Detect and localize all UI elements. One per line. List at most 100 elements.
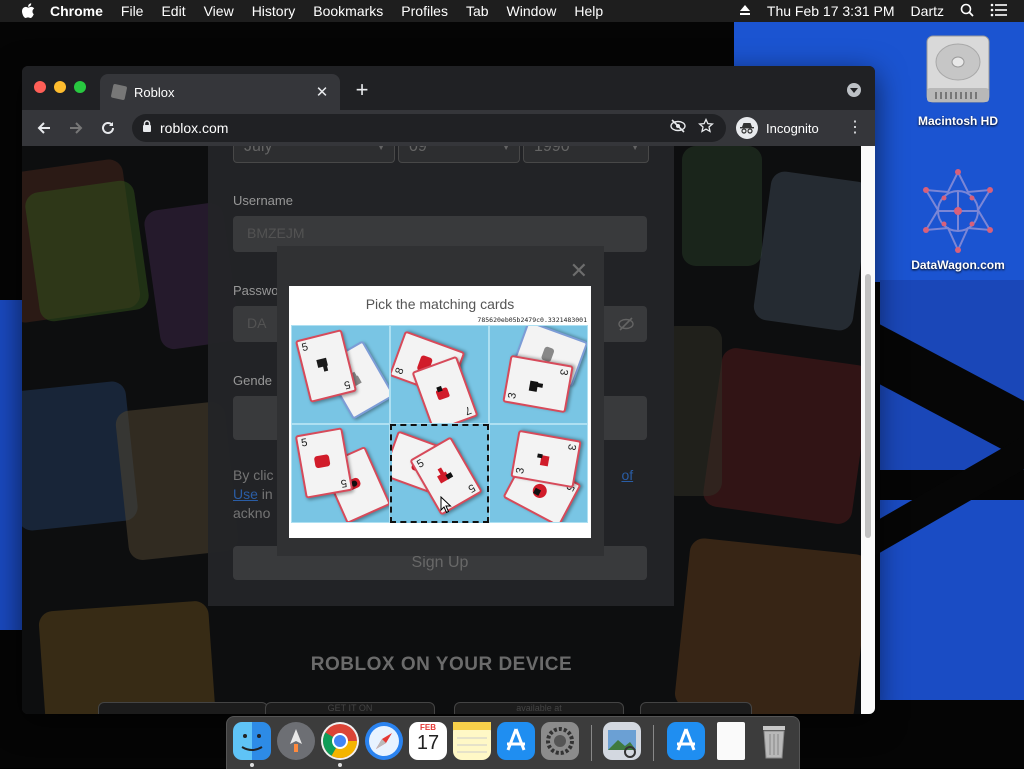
calendar-icon[interactable]: FEB 17 [409, 722, 447, 760]
close-tab-icon[interactable]: ✕ [310, 83, 334, 101]
dock: FEB 17 [226, 716, 800, 769]
card-number: 5 [342, 377, 352, 392]
menu-tab[interactable]: Tab [466, 3, 489, 19]
finder-icon[interactable] [233, 722, 271, 760]
card: 3 3 [502, 354, 574, 414]
fist-icon [312, 452, 333, 471]
captcha-cell-4[interactable]: 6 5 5 [291, 424, 390, 523]
xbox-badge[interactable] [640, 702, 752, 714]
google-play-badge-text: GET IT ON [327, 703, 373, 713]
card-number: 3 [514, 466, 528, 475]
system-preferences-icon[interactable] [541, 722, 579, 760]
close-icon[interactable]: ✕ [570, 258, 588, 284]
chevron-down-icon: ▼ [376, 146, 386, 153]
menu-window[interactable]: Window [507, 3, 557, 19]
captcha-challenge-id: 785620eb05b2479c0.3321483001 [477, 316, 587, 324]
birthday-day-select[interactable]: 09 ▼ [398, 146, 520, 163]
chrome-icon[interactable] [321, 722, 359, 760]
menu-edit[interactable]: Edit [161, 3, 185, 19]
card-number: 7 [462, 403, 473, 417]
page-scrollbar[interactable] [861, 146, 875, 714]
menu-history[interactable]: History [252, 3, 296, 19]
captcha-prompt: Pick the matching cards [365, 296, 515, 312]
card-number: 3 [506, 391, 520, 400]
gender-label: Gende [233, 373, 273, 388]
menu-file[interactable]: File [121, 3, 144, 19]
browser-toolbar: roblox.com Incognito ⋮ [22, 110, 875, 146]
app-store-badge[interactable] [98, 702, 268, 714]
card-number: 5 [300, 436, 309, 450]
hide-password-icon[interactable] [617, 316, 635, 337]
birthday-month-select[interactable]: July ▼ [233, 146, 395, 163]
desktop-icon-label: Macintosh HD [917, 114, 998, 128]
menu-user[interactable]: Dartz [911, 3, 944, 19]
control-center-icon[interactable] [990, 3, 1008, 20]
password-label: Passwo [233, 283, 279, 298]
datawagon-icon [916, 168, 1000, 254]
amazon-badge-text: available at [516, 703, 562, 713]
back-button[interactable] [28, 114, 60, 142]
menu-clock[interactable]: Thu Feb 17 3:31 PM [767, 3, 895, 19]
menu-help[interactable]: Help [574, 3, 603, 19]
eject-icon[interactable] [739, 3, 751, 19]
more-menu-icon[interactable]: ⋮ [847, 118, 863, 138]
terms-of-use-link[interactable]: Use [233, 486, 258, 502]
captcha-cell-3[interactable]: 6 3 3 [489, 325, 588, 424]
preview-icon[interactable] [603, 722, 641, 760]
username-label: Username [233, 193, 293, 208]
document-icon[interactable] [717, 722, 745, 760]
address-bar[interactable]: roblox.com [132, 114, 726, 142]
apple-menu-icon[interactable] [20, 3, 36, 19]
lock-icon[interactable] [142, 119, 152, 137]
reload-button[interactable] [92, 114, 124, 142]
tab-title: Roblox [134, 84, 175, 100]
menu-profiles[interactable]: Profiles [401, 3, 448, 19]
card-number: 5 [465, 481, 477, 495]
username-value: BMZEJM [247, 225, 305, 241]
captcha-cell-1[interactable]: 5 5 [291, 325, 390, 424]
tab-roblox[interactable]: Roblox ✕ [100, 74, 340, 110]
trash-icon[interactable] [755, 722, 793, 760]
password-value: DA [247, 315, 267, 331]
desktop-icon-datawagon[interactable]: DataWagon.com [903, 168, 1013, 272]
forward-button[interactable] [60, 114, 92, 142]
third-party-cookies-blocked-icon[interactable] [670, 118, 686, 138]
url-text[interactable]: roblox.com [160, 120, 670, 136]
menu-app-name[interactable]: Chrome [50, 3, 103, 19]
incognito-profile-button[interactable]: Incognito [736, 114, 819, 142]
terms-line-1: By clic [233, 467, 274, 483]
terms-link[interactable]: of [621, 467, 633, 483]
notes-icon[interactable] [453, 722, 491, 760]
roblox-favicon-icon [110, 83, 128, 101]
bookmark-star-icon[interactable] [698, 117, 714, 139]
card-number: 5 [339, 476, 348, 490]
scrollbar-thumb[interactable] [865, 274, 871, 538]
app-store-icon[interactable] [497, 722, 535, 760]
window-maximize-button[interactable] [74, 81, 86, 93]
hard-drive-icon [923, 32, 993, 110]
birthday-year-select[interactable]: 1990 ▼ [523, 146, 649, 163]
tab-search-chevron-icon[interactable] [847, 83, 861, 97]
incognito-icon [736, 117, 758, 139]
launchpad-icon[interactable] [277, 722, 315, 760]
spotlight-search-icon[interactable] [960, 3, 974, 20]
google-play-badge[interactable]: GET IT ON [265, 702, 435, 714]
thumbs-down-icon [526, 374, 545, 395]
menu-view[interactable]: View [204, 3, 234, 19]
fist-icon [432, 382, 454, 403]
captcha-cell-2[interactable]: 8 7 [390, 325, 489, 424]
window-minimize-button[interactable] [54, 81, 66, 93]
chevron-down-icon: ▼ [630, 146, 640, 153]
card-number: 8 [393, 366, 407, 377]
thumbs-up-icon [432, 463, 456, 486]
applications-folder-icon[interactable] [667, 722, 705, 760]
new-tab-button[interactable]: + [350, 79, 374, 103]
captcha-cell-6[interactable]: 5 3 3 [489, 424, 588, 523]
safari-icon[interactable] [365, 722, 403, 760]
window-close-button[interactable] [34, 81, 46, 93]
thumbs-down-icon [314, 354, 335, 374]
amazon-badge[interactable]: available at [454, 702, 624, 714]
desktop-icon-macintosh-hd[interactable]: Macintosh HD [903, 32, 1013, 128]
menu-bookmarks[interactable]: Bookmarks [313, 3, 383, 19]
card-number: 5 [300, 340, 310, 355]
